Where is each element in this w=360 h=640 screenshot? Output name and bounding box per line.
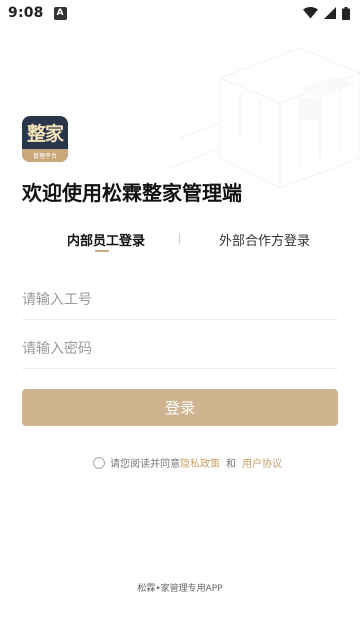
logo-sub-text: 管理平台 — [22, 149, 68, 162]
battery-icon — [342, 6, 350, 20]
app-logo: 整家 管理平台 — [22, 116, 68, 162]
employee-id-input[interactable] — [22, 280, 338, 319]
tab-external-partner[interactable]: 外部合作方登录 — [219, 230, 310, 249]
wifi-icon — [303, 7, 318, 19]
password-field — [22, 329, 338, 369]
page-title: 欢迎使用松霖整家管理端 — [22, 181, 242, 205]
agreement-checkbox[interactable] — [93, 456, 105, 469]
login-button[interactable]: 登录 — [22, 389, 338, 426]
logo-main-text: 整家 — [26, 123, 64, 145]
footer-text: 松霖•家管理专用APP — [137, 584, 223, 594]
status-time: 9:08 — [8, 5, 44, 21]
status-bar: 9:08 A — [0, 0, 360, 26]
privacy-policy-link[interactable]: 隐私政策 — [180, 455, 220, 470]
notification-icon: A — [53, 6, 67, 20]
active-tab-indicator — [95, 250, 109, 252]
user-agreement-link[interactable]: 用户协议 — [242, 455, 282, 470]
tab-divider — [179, 233, 180, 244]
agreement-row: 请您阅读并同意 隐私政策 和 用户协议 — [93, 455, 282, 470]
password-input[interactable] — [22, 329, 338, 368]
agreement-prefix: 请您阅读并同意 — [110, 459, 180, 470]
tab-internal-staff[interactable]: 内部员工登录 — [67, 230, 145, 249]
login-tabs: 内部员工登录 外部合作方登录 — [22, 226, 338, 256]
agreement-conjunction: 和 — [226, 459, 236, 470]
signal-icon — [324, 7, 336, 19]
employee-id-field — [22, 280, 338, 320]
